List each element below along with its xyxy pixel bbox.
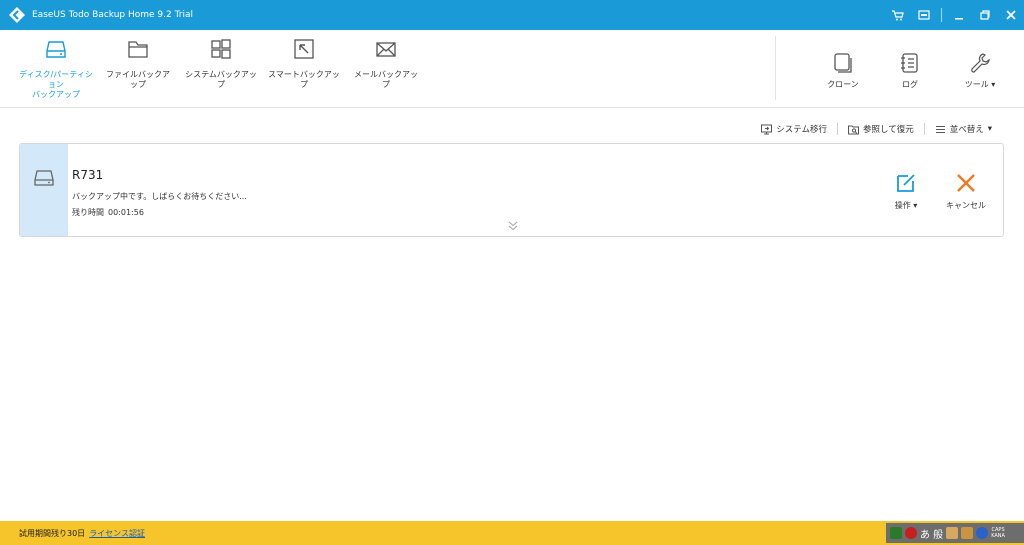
caps-kana-indicator: CAPS KANA (991, 527, 1005, 539)
tool-file-backup[interactable]: ファイルバックアップ (104, 38, 172, 90)
ime-tool-icon (946, 527, 959, 539)
ime-dictionary-icon (961, 527, 974, 539)
cancel-label: キャンセル (946, 201, 986, 210)
browse-recover-button[interactable]: 参照して復元 (838, 123, 924, 135)
task-status: バックアップ中です。しばらくお待ちください... (72, 192, 247, 201)
chevron-down-icon: ▾ (991, 80, 996, 89)
monitor-transfer-icon (761, 124, 773, 134)
action-row: システム移行 参照して復元 並べ替え ▾ (751, 121, 1002, 137)
folder-search-icon (847, 125, 859, 134)
operate-label: 操作 ▾ (894, 201, 918, 210)
clone-icon (834, 53, 852, 73)
edit-icon (897, 174, 915, 192)
tool-label: メールバックアップ (354, 70, 418, 89)
windows-icon (211, 39, 231, 59)
message-icon[interactable] (911, 0, 937, 30)
restore-icon[interactable] (972, 0, 998, 30)
log-icon (901, 53, 918, 73)
operate-button[interactable]: 操作 ▾ (886, 172, 926, 211)
wrench-icon (971, 53, 990, 73)
ime-red-dot-icon (905, 527, 917, 539)
main-toolbar: ディスク/パーティション バックアップ ファイルバックアップ システムバックアッ… (0, 30, 1024, 108)
smart-icon (294, 39, 314, 59)
folder-icon (128, 41, 148, 58)
disk-icon (46, 41, 66, 58)
tool-smart-backup[interactable]: スマートバックアップ (268, 38, 340, 90)
cancel-button[interactable]: キャンセル (942, 172, 990, 211)
title-bar: EaseUS Todo Backup Home 9.2 Trial (0, 0, 1024, 30)
mail-icon (376, 42, 396, 57)
tool-label: ディスク/パーティション バックアップ (19, 70, 93, 99)
trial-remaining-text: 試用期間残り30日 (19, 528, 86, 538)
remaining-time: 残り時間 00:01:56 (72, 207, 144, 218)
tool-clone[interactable]: クローン (823, 52, 863, 90)
task-name: R731 (72, 168, 104, 182)
easeus-logo-icon (9, 7, 25, 23)
chevron-down-icon: ▾ (913, 201, 918, 210)
tool-system-backup[interactable]: システムバックアップ (185, 38, 257, 90)
remaining-value: 00:01:56 (108, 208, 144, 217)
tool-tools[interactable]: ツール ▾ (958, 52, 1002, 90)
disk-icon (34, 170, 54, 186)
backup-task-card[interactable]: R731 バックアップ中です。しばらくお待ちください... 残り時間 00:01:… (19, 143, 1004, 237)
browse-recover-label: 参照して復元 (862, 125, 914, 135)
ime-mode-icon (890, 527, 902, 539)
tool-mail-backup[interactable]: メールバックアップ (352, 38, 420, 90)
tool-log[interactable]: ログ (890, 52, 930, 90)
sort-label: 並べ替え (949, 125, 984, 135)
tool-label: ツール ▾ (964, 80, 996, 89)
ime-toolbar[interactable]: あ 般 CAPS KANA (886, 523, 1024, 543)
system-transfer-button[interactable]: システム移行 (751, 123, 837, 135)
tool-label: ファイルバックアップ (106, 70, 170, 89)
close-icon[interactable] (998, 0, 1024, 30)
list-icon (935, 125, 945, 133)
ime-mode-text: あ 般 (920, 529, 944, 541)
tool-label: ログ (902, 80, 918, 89)
cart-icon[interactable] (885, 0, 911, 30)
sort-button[interactable]: 並べ替え ▾ (925, 123, 1002, 135)
minimize-icon[interactable] (946, 0, 972, 30)
toolbar-divider (775, 36, 776, 100)
license-activation-link[interactable]: ライセンス認証 (89, 528, 145, 539)
tool-label: スマートバックアップ (268, 70, 340, 89)
window-title: EaseUS Todo Backup Home 9.2 Trial (32, 10, 193, 20)
ime-help-icon (976, 527, 989, 539)
cancel-x-icon (957, 174, 975, 192)
expand-chevron-icon[interactable] (507, 221, 519, 231)
task-icon-strip (20, 144, 68, 236)
system-transfer-label: システム移行 (776, 125, 827, 135)
status-bar: 試用期間残り30日 ライセンス認証 あ 般 CAPS KANA (0, 521, 1024, 545)
tool-label: クローン (827, 80, 859, 89)
remaining-label: 残り時間 (72, 208, 104, 217)
tool-disk-partition-backup[interactable]: ディスク/パーティション バックアップ (16, 38, 96, 100)
titlebar-divider (941, 8, 942, 22)
chevron-down-icon: ▾ (987, 124, 992, 134)
tool-label: システムバックアップ (185, 70, 257, 89)
